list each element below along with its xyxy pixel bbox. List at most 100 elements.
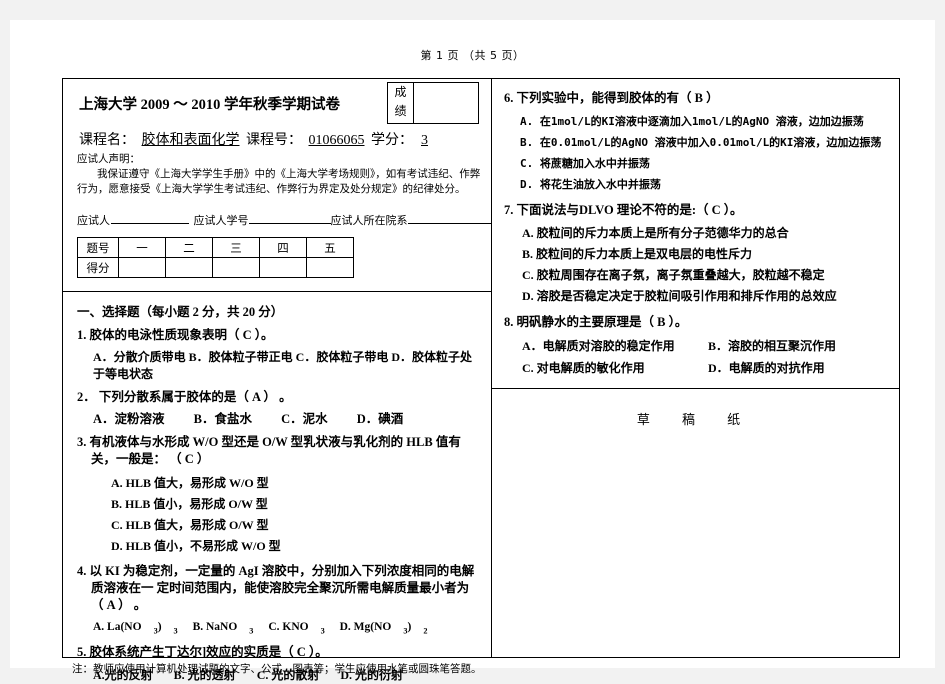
question-4-stem: 4. 以 KI 为稳定剂，一定量的 AgI 溶胶中，分别加入下列浓度相同的电解质… [77,563,481,614]
course-no-value: 01066065 [308,133,365,148]
question-6-number: 6. [504,91,514,105]
question-7-option-a[interactable]: A. 胶粒间的斥力本质上是所有分子范德华力的总合 [504,223,924,244]
option-d[interactable]: D．碘酒 [357,412,404,426]
declaration-title: 应试人声明： [77,153,140,165]
question-7-option-b[interactable]: B. 胶粒间的斥力本质上是双电层的电性斥力 [504,244,924,265]
score-cell-5[interactable] [306,257,354,278]
score-table-col-5: 五 [306,237,354,258]
score-input-cell[interactable] [414,83,478,123]
question-7-stem: 7. 下面说法与DLVO 理论不符的是:（ C ）。 [504,201,924,219]
option-c[interactable]: C．泥水 [281,412,328,426]
exam-page: 第 1 页 （共 5 页） 上海大学 2009 ～ 2010 学年秋季学期试卷 … [10,20,935,682]
sign-name-blank[interactable] [111,223,189,224]
question-8-stem: 8. 明矾静水的主要原理是（ B ）。 [504,313,924,331]
option-a[interactable]: A．电解质对溶胶的稳定作用 [522,335,708,357]
question-7-text: 下面说法与DLVO 理论不符的是:（ C ）。 [516,203,743,217]
score-cell-1[interactable] [118,257,166,278]
signature-line: 应试人 应试人学号 应试人所在院系 [77,212,492,228]
section-title: 一、选择题（每小题 2 分，共 20 分） [77,305,284,319]
option-a[interactable]: A. La(NO 3) 3 [93,621,178,635]
question-6-option-c[interactable]: C. 将蔗糖加入水中并振荡 [504,153,924,174]
table-row: 得分 [77,257,354,278]
question-6-option-a[interactable]: A. 在1mol/L的KI溶液中逐滴加入1mol/L的AgNO 溶液，边加边振荡 [504,111,924,132]
question-2-options: A．淀粉溶液 B．食盐水 C．泥水 D．碘酒 [77,411,481,428]
question-4-options: A. La(NO 3) 3 B. NaNO 3 C. KNO 3 D. Mg(NO 3) 2 [77,619,481,639]
sign-dept-label: 应试人所在院系 [330,214,408,227]
score-cell-2[interactable] [165,257,213,278]
question-8-options-row-2: C. 对电解质的敏化作用 D．电解质的对抗作用 [504,357,924,379]
declaration-body: 我保证遵守《上海大学学生手册》中的《上海大学考场规则》，如有考试违纪、作弊行为，… [77,168,481,195]
score-table: 题号 一 二 三 四 五 得分 [77,237,354,278]
question-1-stem: 1. 胶体的电泳性质现象表明（ C ）。 [77,327,481,344]
question-3-option-c[interactable]: C. HLB 值大，易形成 O/W 型 [77,515,481,536]
score-label: 成 绩 [388,83,414,123]
sign-dept-blank[interactable] [407,223,492,224]
right-column: 6. 下列实验中，能得到胶体的有（ B ） A. 在1mol/L的KI溶液中逐滴… [492,79,899,657]
score-table-col-3: 三 [212,237,260,258]
question-6-option-d[interactable]: D. 将花生油放入水中并振荡 [504,174,924,195]
question-3-text: 有机液体与水形成 W/O 型还是 O/W 型乳状液与乳化剂的 HLB 值有关，一… [89,435,461,466]
question-5-text: 胶体系统产生丁达尔]效应的实质是（ C ）。 [89,645,328,660]
questions-right: 6. 下列实验中，能得到胶体的有（ B ） A. 在1mol/L的KI溶液中逐滴… [504,89,924,379]
option-a[interactable]: A．淀粉溶液 [93,412,165,426]
question-6-stem: 6. 下列实验中，能得到胶体的有（ B ） [504,89,924,107]
question-8-number: 8. [504,315,514,329]
question-6-option-b[interactable]: B. 在0.01mol/L的AgNO 溶液中加入0.01mol/L的KI溶液，边… [504,132,924,153]
question-8-text: 明矾静水的主要原理是（ B ）。 [516,315,688,329]
page-indicator: 第 1 页 （共 5 页） [420,49,525,62]
question-2-text: 下列分散系属于胶体的是（ A ） 。 [98,390,292,404]
left-column: 上海大学 2009 ～ 2010 学年秋季学期试卷 成 绩 课程名： 胶体和表面… [63,79,492,682]
question-3-option-b[interactable]: B. HLB 值小，易形成 O/W 型 [77,494,481,515]
sign-id-label: 应试人学号 [193,214,249,227]
question-1-text: 胶体的电泳性质现象表明（ C ）。 [89,328,274,342]
option-d[interactable]: D. Mg(NO 3) 2 [340,621,428,635]
question-4-number: 4. [77,564,87,578]
question-7-option-c[interactable]: C. 胶粒周围存在离子氛，离子氛重叠越大，胶粒越不稳定 [504,265,924,286]
question-3-number: 3. [77,435,87,449]
option-d[interactable]: D．电解质的对抗作用 [708,361,825,375]
course-no-label: 课程号： [246,133,302,148]
score-cell-3[interactable] [212,257,260,278]
question-7-option-d[interactable]: D. 溶胶是否稳定决定于胶粒间吸引作用和排斥作用的总效应 [504,286,924,307]
score-table-col-1: 一 [118,237,166,258]
question-1-options: A．分散介质带电 B．胶体粒子带正电 C．胶体粒子带电 D．胶体粒子处于等电状态 [93,350,473,381]
option-c[interactable]: C. 对电解质的敏化作用 [522,357,708,379]
course-info-line: 课程名： 胶体和表面化学 课程号： 01066065 学分： 3 [79,129,433,149]
option-b[interactable]: B．食盐水 [194,412,252,426]
questions-left: 一、选择题（每小题 2 分，共 20 分） 1. 胶体的电泳性质现象表明（ C … [77,301,481,684]
question-8-options-row-1: A．电解质对溶胶的稳定作用 B．溶胶的相互聚沉作用 [504,335,924,357]
question-2-number: 2． [77,390,96,404]
score-table-row-label-2: 得分 [77,257,119,278]
sign-id-blank[interactable] [248,223,331,224]
score-label-char1: 成 [394,85,407,99]
exam-header: 上海大学 2009 ～ 2010 学年秋季学期试卷 成 绩 [63,79,491,125]
option-c[interactable]: C. KNO 3 [268,621,324,635]
course-name-value: 胶体和表面化学 [141,133,240,148]
sign-name-label: 应试人 [77,214,110,227]
credit-label: 学分： [371,133,413,148]
question-3-option-d[interactable]: D. HLB 值小，不易形成 W/O 型 [77,536,481,557]
question-5-number: 5. [77,645,87,660]
draft-area-label: 草 稿 纸 [636,413,755,428]
question-6-text: 下列实验中，能得到胶体的有（ B ） [516,91,719,105]
header-divider [63,291,491,292]
course-name-label: 课程名： [79,133,135,148]
score-table-row-label-1: 题号 [77,237,119,258]
question-5-stem: 5. 胶体系统产生丁达尔]效应的实质是（ C ）。 [77,644,481,661]
score-box: 成 绩 [387,82,479,124]
draft-divider [492,388,899,389]
table-row: 题号 一 二 三 四 五 [77,237,354,258]
option-b[interactable]: B．溶胶的相互聚沉作用 [708,339,836,353]
footnote: 注：教师应使用计算机处理试题的文字、公式、图表等；学生应使用水笔或圆珠笔答题。 [72,663,482,675]
score-table-col-2: 二 [165,237,213,258]
question-3-option-a[interactable]: A. HLB 值大，易形成 W/O 型 [77,473,481,494]
score-label-char2: 绩 [394,104,407,118]
score-table-col-4: 四 [259,237,307,258]
question-3-stem: 3. 有机液体与水形成 W/O 型还是 O/W 型乳状液与乳化剂的 HLB 值有… [77,434,481,468]
score-cell-4[interactable] [259,257,307,278]
question-2-stem: 2． 下列分散系属于胶体的是（ A ） 。 [77,389,481,406]
question-1-number: 1. [77,328,87,342]
option-b[interactable]: B. NaNO 3 [193,621,254,635]
exam-title: 上海大学 2009 ～ 2010 学年秋季学期试卷 [79,97,340,113]
exam-frame: 上海大学 2009 ～ 2010 学年秋季学期试卷 成 绩 课程名： 胶体和表面… [62,78,900,682]
